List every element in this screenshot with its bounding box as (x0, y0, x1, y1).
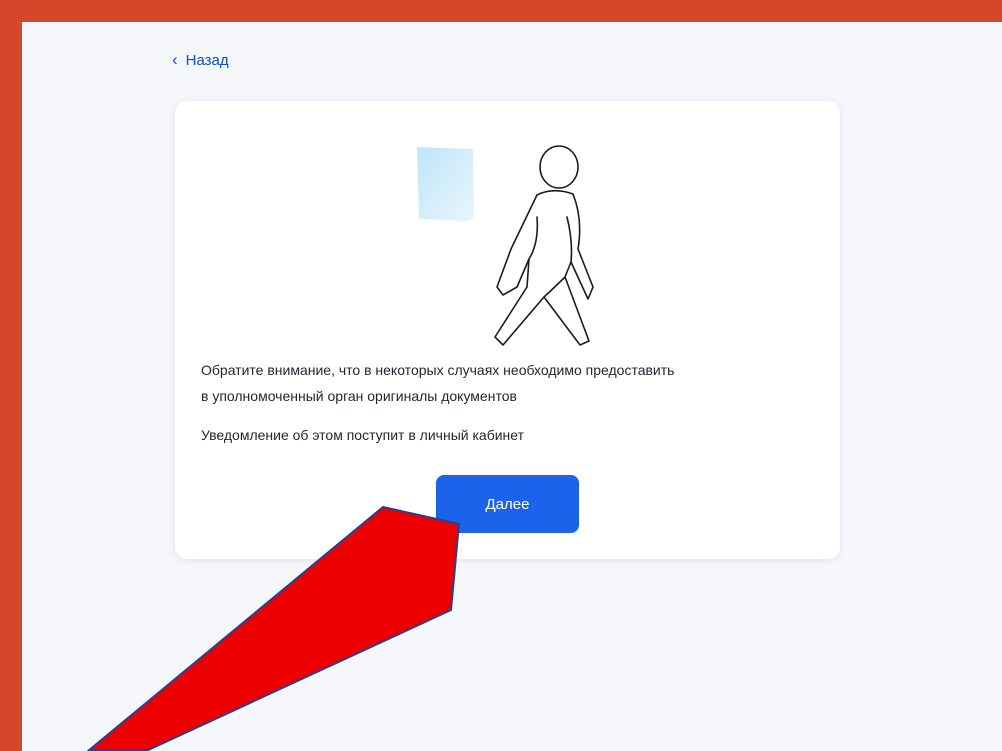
notice-text-line-1: Обратите внимание, что в некоторых случа… (201, 362, 675, 378)
notification-text: Уведомление об этом поступит в личный ка… (201, 427, 524, 443)
next-button[interactable]: Далее (436, 475, 579, 533)
page-background: ‹ Назад Обратите внимание, что в некотор… (22, 22, 1002, 751)
back-link[interactable]: ‹ Назад (172, 50, 229, 69)
document-sheet-icon (417, 147, 474, 221)
chevron-left-icon: ‹ (172, 50, 178, 69)
notice-text-line-2: в уполномоченный орган оригиналы докумен… (201, 388, 517, 404)
notice-card: Обратите внимание, что в некоторых случа… (175, 101, 840, 559)
back-label: Назад (185, 52, 229, 69)
walking-person-icon (417, 145, 594, 346)
